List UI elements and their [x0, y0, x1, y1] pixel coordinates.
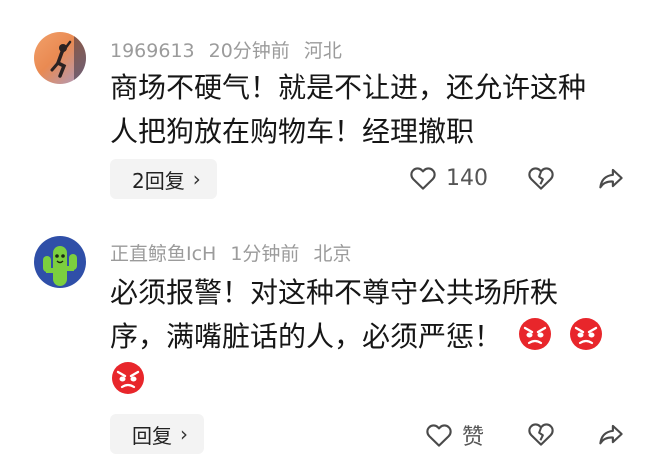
share-button[interactable] — [596, 419, 626, 449]
comment-item: 1969613 20分钟前 河北 商场不硬气！就是不让进，还允许这种 人把狗放在购物… — [0, 0, 660, 215]
timestamp: 20分钟前 — [208, 40, 290, 62]
broken-heart-icon — [528, 423, 554, 446]
comment-meta: 1969613 20分钟前 河北 — [110, 36, 356, 63]
avatar[interactable] — [34, 32, 86, 84]
broken-heart-icon — [528, 167, 554, 190]
location: 北京 — [313, 243, 352, 265]
comment-line: 人把狗放在购物车！经理撤职 — [110, 115, 475, 148]
cactus-avatar-icon — [43, 246, 77, 286]
chevron-right-icon: › — [192, 167, 201, 191]
like-button[interactable]: 140 — [408, 163, 488, 193]
comment-line: 必须报警！对这种不尊守公共场所秩 — [110, 276, 559, 309]
angry-face-emoji — [569, 318, 602, 350]
angry-face-emoji — [518, 318, 551, 350]
timestamp: 1分钟前 — [230, 243, 300, 265]
location: 河北 — [303, 40, 342, 62]
share-button[interactable] — [596, 163, 626, 193]
username[interactable]: 正直鲸鱼IcH — [110, 243, 216, 265]
reply-button[interactable]: 回复 › — [110, 414, 204, 454]
reply-label: 2回复 — [132, 168, 185, 193]
like-label: 赞 — [462, 425, 485, 450]
avatar[interactable] — [34, 236, 86, 288]
like-count: 140 — [446, 165, 488, 191]
chevron-right-icon: › — [180, 422, 188, 446]
comment-line: 商场不硬气！就是不让进，还允许这种 — [110, 71, 587, 104]
climber-silhouette-icon — [50, 32, 86, 84]
heart-outline-icon — [410, 167, 436, 190]
comment-line: 序，满嘴脏话的人，必须严惩！ — [110, 315, 604, 359]
dislike-button[interactable] — [526, 163, 556, 193]
share-arrow-icon — [599, 424, 623, 445]
comment-line — [110, 359, 604, 403]
comment-text: 商场不硬气！就是不让进，还允许这种 人把狗放在购物车！经理撤职 — [110, 66, 586, 154]
angry-face-emoji — [112, 362, 144, 394]
like-button[interactable]: 赞 — [424, 419, 484, 451]
reply-button[interactable]: 2回复 › — [110, 159, 217, 199]
heart-outline-icon — [426, 424, 452, 447]
comment-text: 必须报警！对这种不尊守公共场所秩 序，满嘴脏话的人，必须严惩！ — [110, 271, 604, 403]
comment-item: 正直鲸鱼IcH 1分钟前 北京 必须报警！对这种不尊守公共场所秩 序，满嘴脏话的人，… — [0, 215, 660, 462]
dislike-button[interactable] — [526, 419, 556, 449]
share-arrow-icon — [599, 168, 623, 189]
username[interactable]: 1969613 — [110, 40, 195, 62]
reply-label: 回复 — [132, 423, 172, 448]
comment-meta: 正直鲸鱼IcH 1分钟前 北京 — [110, 239, 365, 266]
